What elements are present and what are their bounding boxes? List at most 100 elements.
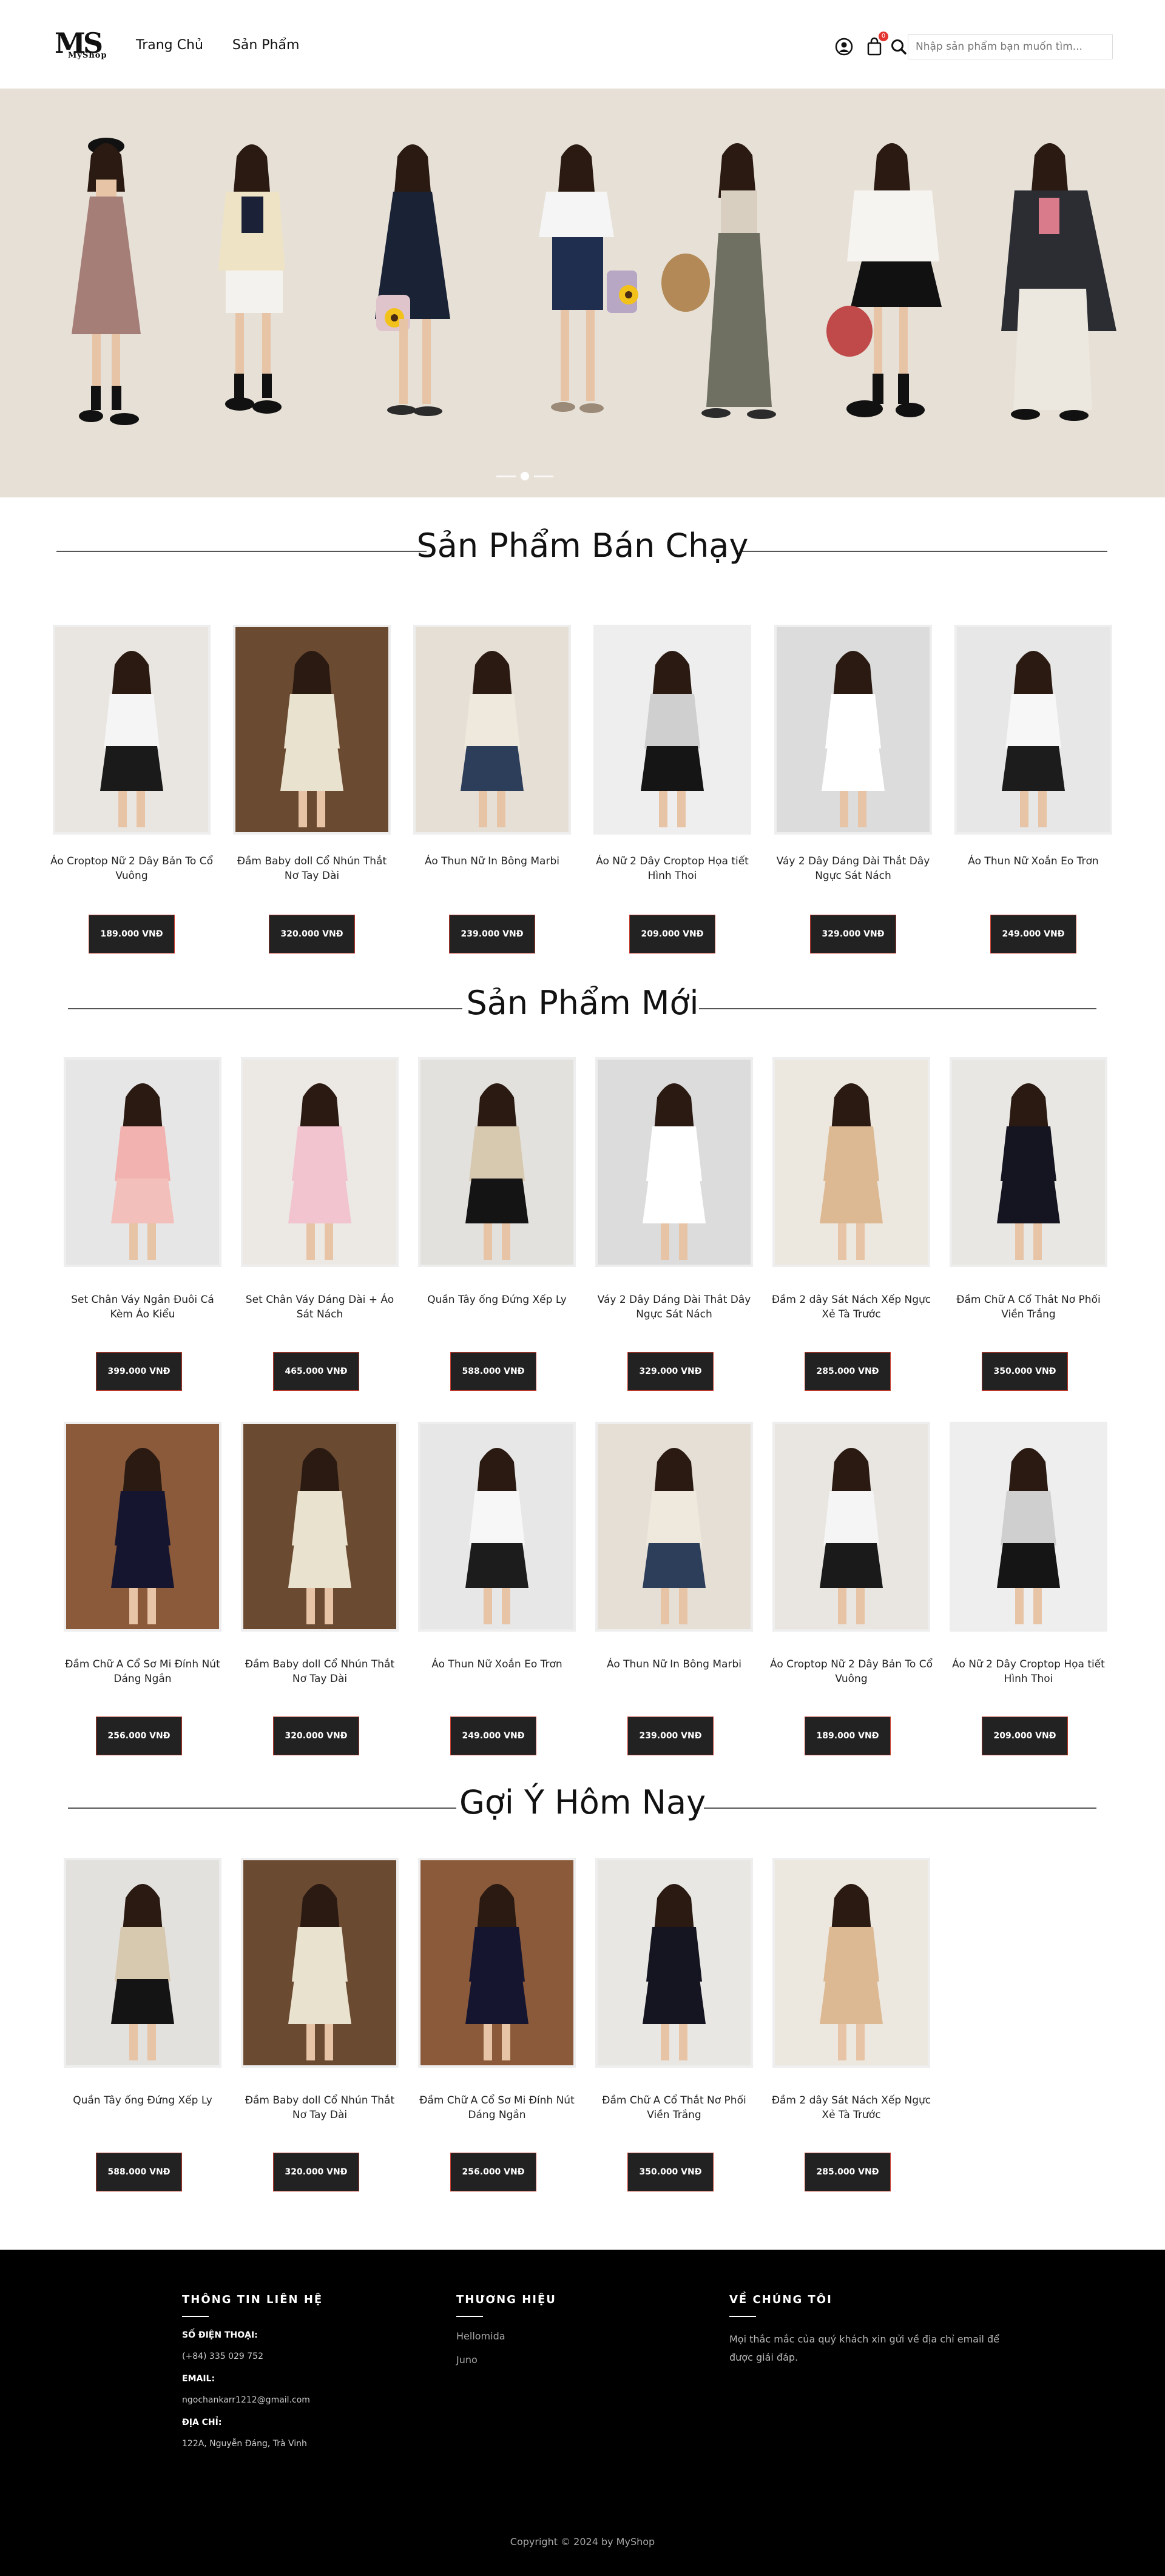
product-image[interactable] [418, 1422, 576, 1632]
product-image[interactable] [64, 1057, 221, 1267]
product-price-button[interactable]: 320.000 VNĐ [273, 2153, 359, 2191]
product-name[interactable]: Áo Croptop Nữ 2 Dây Bản To Cổ Vuông [769, 1657, 933, 1686]
product-card[interactable]: Váy 2 Dây Dáng Dài Thắt Dây Ngực Sát Nác… [592, 1057, 756, 1392]
product-name[interactable]: Quần Tây ống Đứng Xếp Ly [61, 2093, 225, 2108]
product-image[interactable] [950, 1422, 1107, 1632]
product-card[interactable]: Váy 2 Dây Dáng Dài Thắt Dây Ngực Sát Nác… [771, 625, 935, 955]
product-name[interactable]: Set Chân Váy Dáng Dài + Áo Sát Nách [238, 1293, 402, 1322]
product-image[interactable] [233, 625, 391, 835]
product-name[interactable]: Áo Thun Nữ In Bông Marbi [592, 1657, 756, 1672]
product-card[interactable]: Quần Tây ống Đứng Xếp Ly 588.000 VNĐ [415, 1057, 579, 1392]
product-price-button[interactable]: 256.000 VNĐ [96, 1717, 182, 1755]
product-price-button[interactable]: 465.000 VNĐ [273, 1352, 359, 1391]
product-price-button[interactable]: 189.000 VNĐ [89, 915, 175, 953]
product-name[interactable]: Đầm Chữ A Cổ Sơ Mi Đính Nút Dáng Ngắn [415, 2093, 579, 2122]
product-image[interactable] [772, 1057, 930, 1267]
search-input[interactable] [908, 34, 1113, 59]
product-card[interactable]: Đầm Chữ A Cổ Sơ Mi Đính Nút Dáng Ngắn 256… [61, 1422, 225, 1757]
product-image[interactable] [595, 1057, 753, 1267]
product-price-button[interactable]: 209.000 VNĐ [629, 915, 715, 953]
product-card[interactable]: Đầm 2 dây Sát Nách Xếp Ngực Xẻ Tà Trước 2… [769, 1057, 933, 1392]
product-card[interactable]: Đầm Chữ A Cổ Thắt Nơ Phối Viền Trắng 350.… [592, 1858, 756, 2193]
product-price-button[interactable]: 320.000 VNĐ [269, 915, 355, 953]
user-icon[interactable] [834, 36, 854, 57]
product-image[interactable] [593, 625, 751, 835]
product-card[interactable]: Áo Thun Nữ In Bông Marbi 239.000 VNĐ [592, 1422, 756, 1757]
product-image[interactable] [241, 1422, 399, 1632]
product-name[interactable]: Áo Nữ 2 Dây Croptop Họa tiết Hình Thoi [947, 1657, 1110, 1686]
email-value[interactable]: ngochankarr1212@gmail.com [182, 2393, 323, 2407]
product-name[interactable]: Váy 2 Dây Dáng Dài Thắt Dây Ngực Sát Nác… [592, 1293, 756, 1322]
cart-icon[interactable]: 0 [864, 32, 888, 57]
logo[interactable]: MS MyShop [55, 27, 121, 64]
product-price-button[interactable]: 239.000 VNĐ [449, 915, 535, 953]
product-price-button[interactable]: 350.000 VNĐ [627, 2153, 714, 2191]
product-card[interactable]: Áo Nữ 2 Dây Croptop Họa tiết Hình Thoi 20… [947, 1422, 1110, 1757]
product-price-button[interactable]: 249.000 VNĐ [450, 1717, 536, 1755]
product-price-button[interactable]: 329.000 VNĐ [627, 1352, 714, 1391]
product-card[interactable]: Đầm Chữ A Cổ Sơ Mi Đính Nút Dáng Ngắn 256… [415, 1858, 579, 2193]
product-card[interactable]: Áo Thun Nữ Xoắn Eo Trơn 249.000 VNĐ [415, 1422, 579, 1757]
product-card[interactable]: Đầm Baby doll Cổ Nhún Thắt Nơ Tay Dài 320… [238, 1858, 402, 2193]
product-price-button[interactable]: 285.000 VNĐ [805, 2153, 891, 2191]
carousel-dot[interactable] [496, 475, 516, 477]
product-name[interactable]: Đầm Baby doll Cổ Nhún Thắt Nơ Tay Dài [238, 1657, 402, 1686]
product-price-button[interactable]: 588.000 VNĐ [450, 1352, 536, 1391]
product-image[interactable] [64, 1858, 221, 2068]
product-name[interactable]: Đầm Chữ A Cổ Thắt Nơ Phối Viền Trắng [592, 2093, 756, 2122]
product-image[interactable] [53, 625, 211, 835]
product-card[interactable]: Áo Croptop Nữ 2 Dây Bản To Cổ Vuông 189.0… [50, 625, 214, 955]
product-price-button[interactable]: 588.000 VNĐ [96, 2153, 182, 2191]
product-image[interactable] [595, 1422, 753, 1632]
product-price-button[interactable]: 399.000 VNĐ [96, 1352, 182, 1391]
product-card[interactable]: Set Chân Váy Dáng Dài + Áo Sát Nách 465.0… [238, 1057, 402, 1392]
product-image[interactable] [241, 1057, 399, 1267]
product-card[interactable]: Áo Croptop Nữ 2 Dây Bản To Cổ Vuông 189.0… [769, 1422, 933, 1757]
product-card[interactable]: Áo Thun Nữ Xoắn Eo Trơn 249.000 VNĐ [951, 625, 1115, 955]
nav-home[interactable]: Trang Chủ [136, 38, 203, 53]
product-price-button[interactable]: 249.000 VNĐ [990, 915, 1076, 953]
product-price-button[interactable]: 350.000 VNĐ [982, 1352, 1068, 1391]
product-image[interactable] [954, 625, 1112, 835]
product-name[interactable]: Set Chân Váy Ngắn Đuôi Cá Kèm Áo Kiểu [61, 1293, 225, 1322]
product-card[interactable]: Đầm Baby doll Cổ Nhún Thắt Nơ Tay Dài 320… [238, 1422, 402, 1757]
product-image[interactable] [418, 1858, 576, 2068]
product-image[interactable] [595, 1858, 753, 2068]
product-name[interactable]: Váy 2 Dây Dáng Dài Thắt Dây Ngực Sát Nác… [771, 854, 935, 883]
product-name[interactable]: Đầm Baby doll Cổ Nhún Thắt Nơ Tay Dài [230, 854, 394, 883]
product-name[interactable]: Quần Tây ống Đứng Xếp Ly [415, 1293, 579, 1307]
product-price-button[interactable]: 285.000 VNĐ [805, 1352, 891, 1391]
product-image[interactable] [64, 1422, 221, 1632]
product-name[interactable]: Áo Nữ 2 Dây Croptop Họa tiết Hình Thoi [590, 854, 754, 883]
nav-products[interactable]: Sản Phẩm [232, 38, 300, 53]
product-name[interactable]: Đầm Chữ A Cổ Thắt Nơ Phối Viền Trắng [947, 1293, 1110, 1322]
product-card[interactable]: Đầm Baby doll Cổ Nhún Thắt Nơ Tay Dài 320… [230, 625, 394, 955]
product-price-button[interactable]: 320.000 VNĐ [273, 1717, 359, 1755]
product-name[interactable]: Áo Thun Nữ Xoắn Eo Trơn [951, 854, 1115, 869]
product-name[interactable]: Đầm 2 dây Sát Nách Xếp Ngực Xẻ Tà Trước [769, 1293, 933, 1322]
product-price-button[interactable]: 239.000 VNĐ [627, 1717, 714, 1755]
carousel-dot[interactable] [534, 475, 553, 477]
product-image[interactable] [774, 625, 932, 835]
product-name[interactable]: Đầm Baby doll Cổ Nhún Thắt Nơ Tay Dài [238, 2093, 402, 2122]
product-name[interactable]: Áo Thun Nữ In Bông Marbi [410, 854, 574, 869]
product-card[interactable]: Đầm 2 dây Sát Nách Xếp Ngực Xẻ Tà Trước 2… [769, 1858, 933, 2193]
carousel-dot-active[interactable] [521, 472, 529, 480]
product-name[interactable]: Đầm Chữ A Cổ Sơ Mi Đính Nút Dáng Ngắn [61, 1657, 225, 1686]
product-price-button[interactable]: 209.000 VNĐ [982, 1717, 1068, 1755]
product-card[interactable]: Đầm Chữ A Cổ Thắt Nơ Phối Viền Trắng 350.… [947, 1057, 1110, 1392]
product-image[interactable] [418, 1057, 576, 1267]
product-name[interactable]: Áo Thun Nữ Xoắn Eo Trơn [415, 1657, 579, 1672]
product-image[interactable] [772, 1422, 930, 1632]
product-card[interactable]: Áo Thun Nữ In Bông Marbi 239.000 VNĐ [410, 625, 574, 955]
brand-link-juno[interactable]: Juno [456, 2354, 556, 2366]
product-card[interactable]: Áo Nữ 2 Dây Croptop Họa tiết Hình Thoi 20… [590, 625, 754, 955]
product-image[interactable] [413, 625, 571, 835]
product-price-button[interactable]: 329.000 VNĐ [810, 915, 896, 953]
brand-link-hellomida[interactable]: Hellomida [456, 2330, 556, 2342]
product-image[interactable] [241, 1858, 399, 2068]
product-price-button[interactable]: 256.000 VNĐ [450, 2153, 536, 2191]
search-icon[interactable] [888, 36, 909, 57]
product-card[interactable]: Quần Tây ống Đứng Xếp Ly 588.000 VNĐ [61, 1858, 225, 2193]
product-image[interactable] [950, 1057, 1107, 1267]
